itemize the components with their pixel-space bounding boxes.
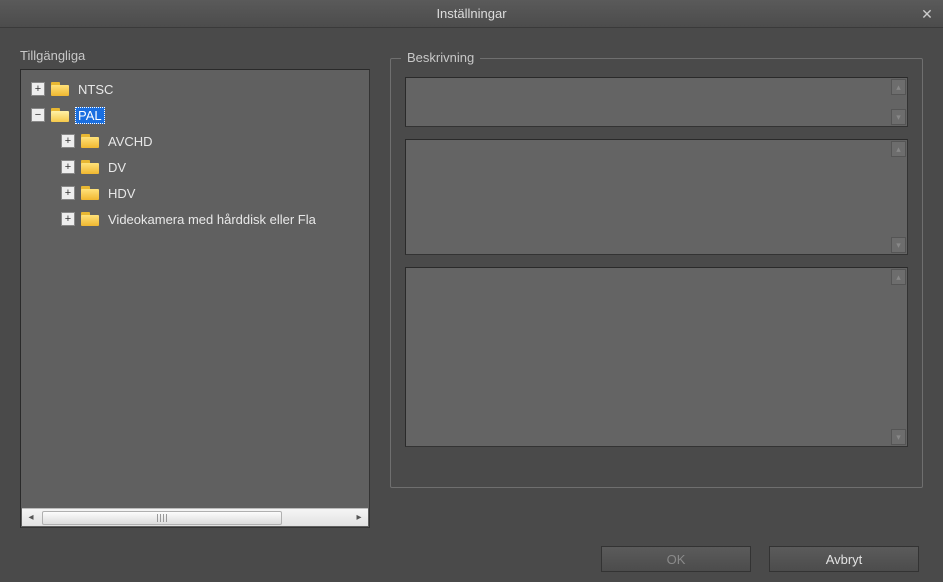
dialog-buttons: OK Avbryt xyxy=(20,528,923,572)
tree-label: AVCHD xyxy=(105,133,156,150)
tree-item-pal[interactable]: − PAL xyxy=(27,102,367,128)
tree: + NTSC − PAL + AVCHD xyxy=(21,70,369,507)
scrollbar-grip-icon xyxy=(157,514,167,522)
tree-item-camera-hdd[interactable]: + Videokamera med hårddisk eller Fla xyxy=(27,206,367,232)
horizontal-scrollbar[interactable]: ◂ ▸ xyxy=(22,508,368,526)
tree-item-hdv[interactable]: + HDV xyxy=(27,180,367,206)
folder-icon xyxy=(81,186,99,200)
close-icon[interactable]: ✕ xyxy=(917,4,937,24)
folder-icon xyxy=(51,82,69,96)
expand-icon[interactable]: + xyxy=(61,212,75,226)
tree-item-dv[interactable]: + DV xyxy=(27,154,367,180)
tree-panel: + NTSC − PAL + AVCHD xyxy=(20,69,370,528)
description-legend: Beskrivning xyxy=(401,50,480,65)
page-down-icon[interactable]: ▾ xyxy=(891,429,906,445)
page-down-icon[interactable]: ▾ xyxy=(891,237,906,253)
folder-icon xyxy=(81,212,99,226)
expand-icon[interactable]: + xyxy=(61,134,75,148)
cancel-button[interactable]: Avbryt xyxy=(769,546,919,572)
tree-label: NTSC xyxy=(75,81,116,98)
folder-open-icon xyxy=(51,108,69,122)
dialog-body: Tillgängliga + NTSC − PAL + xyxy=(0,28,943,582)
tree-item-avchd[interactable]: + AVCHD xyxy=(27,128,367,154)
collapse-icon[interactable]: − xyxy=(31,108,45,122)
page-up-icon[interactable]: ▴ xyxy=(891,79,906,95)
folder-icon xyxy=(81,160,99,174)
expand-icon[interactable]: + xyxy=(61,186,75,200)
description-fieldset: Beskrivning ▴ ▾ ▴ ▾ xyxy=(390,58,923,488)
scroll-left-icon[interactable]: ◂ xyxy=(22,509,40,527)
description-box-1: ▴ ▾ xyxy=(405,77,908,127)
scroll-right-icon[interactable]: ▸ xyxy=(350,509,368,527)
expand-icon[interactable]: + xyxy=(31,82,45,96)
folder-icon xyxy=(81,134,99,148)
tree-label: PAL xyxy=(75,107,105,124)
description-box-2: ▴ ▾ xyxy=(405,139,908,255)
page-up-icon[interactable]: ▴ xyxy=(891,141,906,157)
scrollbar-thumb[interactable] xyxy=(42,511,282,525)
tree-label: Videokamera med hårddisk eller Fla xyxy=(105,211,319,228)
available-heading: Tillgängliga xyxy=(20,48,370,63)
titlebar: Inställningar ✕ xyxy=(0,0,943,28)
page-up-icon[interactable]: ▴ xyxy=(891,269,906,285)
description-box-3: ▴ ▾ xyxy=(405,267,908,447)
tree-label: DV xyxy=(105,159,129,176)
scrollbar-track[interactable] xyxy=(40,509,350,527)
expand-icon[interactable]: + xyxy=(61,160,75,174)
tree-label: HDV xyxy=(105,185,138,202)
ok-button[interactable]: OK xyxy=(601,546,751,572)
window-title: Inställningar xyxy=(436,6,506,21)
page-down-icon[interactable]: ▾ xyxy=(891,109,906,125)
tree-item-ntsc[interactable]: + NTSC xyxy=(27,76,367,102)
